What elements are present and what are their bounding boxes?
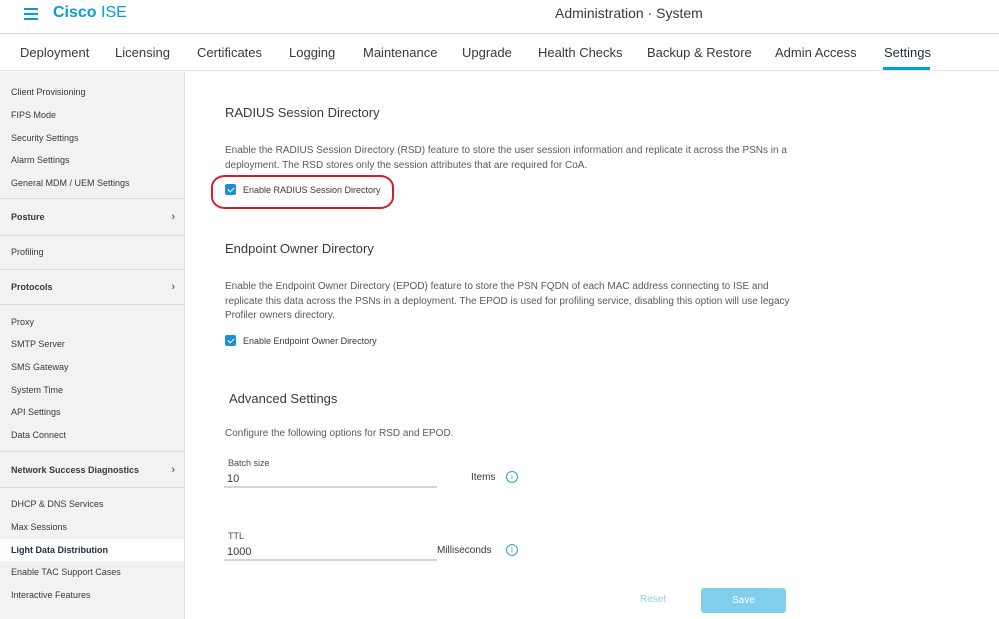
sidebar-divider bbox=[0, 487, 184, 488]
tab-deployment[interactable]: Deployment bbox=[20, 45, 89, 60]
brand-logo: Cisco ISE bbox=[53, 4, 127, 22]
tab-certificates[interactable]: Certificates bbox=[197, 45, 262, 60]
epod-enable-checkbox[interactable]: Enable Endpoint Owner Directory bbox=[225, 335, 377, 346]
ttl-label: TTL bbox=[228, 531, 245, 541]
sidebar-item-sms-gateway[interactable]: SMS Gateway bbox=[0, 356, 184, 378]
batch-size-label: Batch size bbox=[228, 458, 270, 468]
epod-checkbox-label: Enable Endpoint Owner Directory bbox=[243, 335, 377, 346]
sidebar-divider bbox=[0, 198, 184, 199]
reset-button[interactable]: Reset bbox=[640, 594, 666, 605]
sidebar-item-label: Proxy bbox=[11, 317, 35, 327]
advanced-description: Configure the following options for RSD … bbox=[225, 428, 454, 439]
sidebar-item-posture[interactable]: Posture › bbox=[0, 206, 184, 228]
rsd-checkbox-label: Enable RADIUS Session Directory bbox=[243, 184, 381, 195]
sidebar-item-api-settings[interactable]: API Settings bbox=[0, 401, 184, 423]
batch-size-input[interactable] bbox=[224, 471, 437, 488]
tab-upgrade[interactable]: Upgrade bbox=[462, 45, 512, 60]
ttl-unit: Milliseconds bbox=[437, 545, 492, 556]
checkbox-checked-icon[interactable] bbox=[225, 184, 236, 195]
sidebar-item-label: Interactive Features bbox=[11, 590, 91, 600]
brand-light: ISE bbox=[101, 4, 127, 21]
sidebar-item-data-connect[interactable]: Data Connect bbox=[0, 424, 184, 446]
sidebar-item-mdm-uem-settings[interactable]: General MDM / UEM Settings bbox=[0, 172, 184, 194]
chevron-right-icon: › bbox=[171, 211, 175, 223]
brand-bold: Cisco bbox=[53, 4, 97, 21]
sidebar-item-protocols[interactable]: Protocols › bbox=[0, 276, 184, 298]
top-bar: Cisco ISE Administration · System bbox=[0, 0, 999, 34]
sidebar-item-label: General MDM / UEM Settings bbox=[11, 178, 130, 188]
sidebar-divider bbox=[0, 269, 184, 270]
sidebar-item-label: Light Data Distribution bbox=[11, 545, 108, 555]
save-button[interactable]: Save bbox=[701, 588, 786, 613]
sidebar-item-label: Max Sessions bbox=[11, 522, 68, 532]
sidebar-divider bbox=[0, 304, 184, 305]
rsd-description: Enable the RADIUS Session Directory (RSD… bbox=[225, 145, 787, 171]
page-title: Administration · System bbox=[555, 5, 703, 21]
sidebar-item-enable-tac-support-cases[interactable]: Enable TAC Support Cases bbox=[0, 561, 184, 583]
sidebar-item-label: API Settings bbox=[11, 407, 61, 417]
sidebar-item-label: Alarm Settings bbox=[11, 155, 70, 165]
sidebar-item-label: DHCP & DNS Services bbox=[11, 499, 104, 509]
sidebar-divider bbox=[0, 235, 184, 236]
rsd-enable-checkbox[interactable]: Enable RADIUS Session Directory bbox=[225, 184, 381, 195]
sidebar-item-label: Protocols bbox=[11, 282, 53, 292]
sidebar-item-label: Profiling bbox=[11, 247, 44, 257]
sidebar-item-network-success-diagnostics[interactable]: Network Success Diagnostics › bbox=[0, 459, 184, 481]
epod-section-title: Endpoint Owner Directory bbox=[225, 241, 374, 256]
active-tab-indicator bbox=[883, 67, 930, 70]
sidebar-item-security-settings[interactable]: Security Settings bbox=[0, 127, 184, 149]
info-icon[interactable]: i bbox=[506, 471, 518, 483]
tab-licensing[interactable]: Licensing bbox=[115, 45, 170, 60]
batch-size-unit: Items bbox=[471, 472, 496, 483]
sidebar-item-light-data-distribution[interactable]: Light Data Distribution bbox=[0, 539, 184, 561]
sidebar-item-label: Enable TAC Support Cases bbox=[11, 567, 121, 577]
sidebar-item-label: Posture bbox=[11, 212, 45, 222]
tab-health-checks[interactable]: Health Checks bbox=[538, 45, 623, 60]
sidebar-item-label: SMS Gateway bbox=[11, 362, 69, 372]
rsd-section-title: RADIUS Session Directory bbox=[225, 105, 380, 120]
sidebar-item-smtp-server[interactable]: SMTP Server bbox=[0, 333, 184, 355]
tab-backup-restore[interactable]: Backup & Restore bbox=[647, 45, 752, 60]
sidebar-item-label: Network Success Diagnostics bbox=[11, 465, 140, 475]
sidebar-item-max-sessions[interactable]: Max Sessions bbox=[0, 516, 184, 538]
epod-description: Enable the Endpoint Owner Directory (EPO… bbox=[225, 281, 790, 321]
sidebar-item-profiling[interactable]: Profiling bbox=[0, 241, 184, 263]
sidebar-item-fips-mode[interactable]: FIPS Mode bbox=[0, 104, 184, 126]
checkbox-checked-icon[interactable] bbox=[225, 335, 236, 346]
ttl-input[interactable] bbox=[224, 544, 437, 561]
sidebar-item-label: FIPS Mode bbox=[11, 110, 57, 120]
chevron-right-icon: › bbox=[171, 464, 175, 476]
tab-maintenance[interactable]: Maintenance bbox=[363, 45, 437, 60]
sidebar-item-label: Data Connect bbox=[11, 430, 67, 440]
sidebar-item-alarm-settings[interactable]: Alarm Settings bbox=[0, 149, 184, 171]
hamburger-menu-icon[interactable] bbox=[24, 8, 38, 20]
sidebar-item-client-provisioning[interactable]: Client Provisioning bbox=[0, 81, 184, 103]
sidebar-item-system-time[interactable]: System Time bbox=[0, 379, 184, 401]
sidebar: Client Provisioning FIPS Mode Security S… bbox=[0, 72, 185, 619]
sidebar-item-label: Client Provisioning bbox=[11, 87, 86, 97]
info-icon[interactable]: i bbox=[506, 544, 518, 556]
tab-bar: Deployment Licensing Certificates Loggin… bbox=[0, 35, 999, 71]
sidebar-item-interactive-features[interactable]: Interactive Features bbox=[0, 584, 184, 606]
tab-admin-access[interactable]: Admin Access bbox=[775, 45, 857, 60]
sidebar-item-proxy[interactable]: Proxy bbox=[0, 311, 184, 333]
advanced-section-title: Advanced Settings bbox=[229, 391, 338, 406]
sidebar-divider bbox=[0, 451, 184, 452]
sidebar-item-label: Security Settings bbox=[11, 133, 79, 143]
chevron-right-icon: › bbox=[171, 281, 175, 293]
tab-logging[interactable]: Logging bbox=[289, 45, 335, 60]
sidebar-item-label: SMTP Server bbox=[11, 339, 65, 349]
sidebar-item-dhcp-dns-services[interactable]: DHCP & DNS Services bbox=[0, 493, 184, 515]
tab-settings[interactable]: Settings bbox=[884, 45, 931, 60]
sidebar-item-label: System Time bbox=[11, 385, 64, 395]
